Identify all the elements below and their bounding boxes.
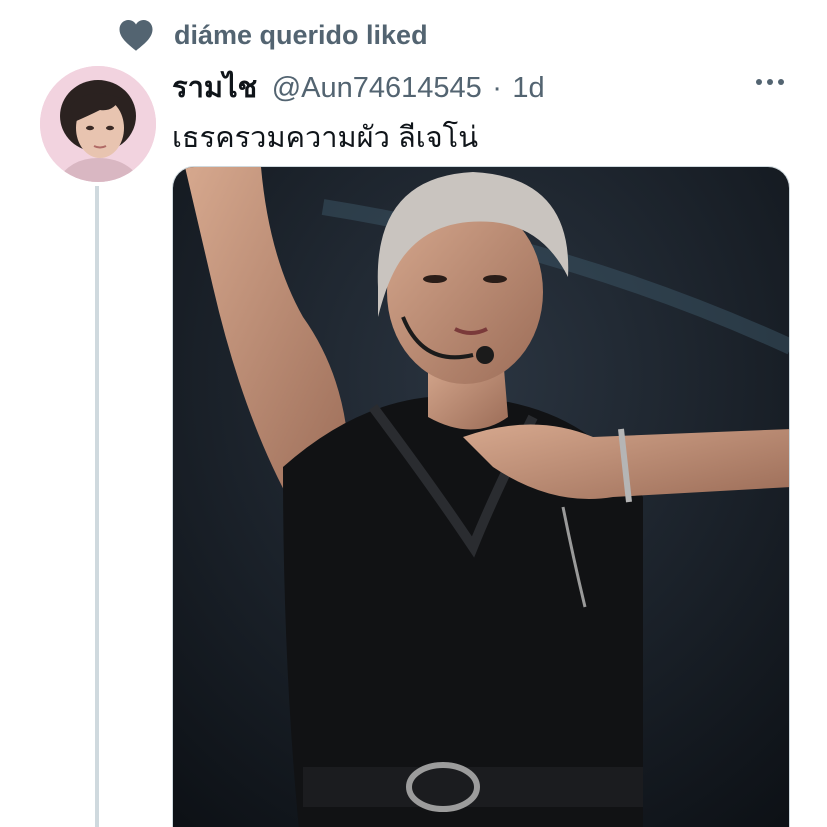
thread-line [95,186,99,827]
heart-icon [119,20,153,51]
tweet[interactable]: diáme querido liked รามไช @Aun74614545 ·… [0,0,827,827]
more-dot [767,79,773,85]
social-context-label[interactable]: diáme querido liked [174,20,428,51]
avatar[interactable] [40,66,156,182]
display-name[interactable]: รามไช [172,72,257,104]
more-options-button[interactable] [748,64,792,100]
social-context: diáme querido liked [0,14,827,56]
timestamp[interactable]: 1d [512,72,544,104]
tweet-media[interactable] [172,166,790,827]
more-dot [778,79,784,85]
tweet-text: เธรครวมความผัว ลีเจโน่ [172,122,479,154]
separator-dot: · [492,72,502,104]
tweet-header: รามไช @Aun74614545 · 1d [172,64,792,104]
media-photo [173,167,789,827]
user-handle[interactable]: @Aun74614545 [272,72,482,104]
avatar-image [40,66,156,182]
more-horizontal-icon [756,79,762,85]
